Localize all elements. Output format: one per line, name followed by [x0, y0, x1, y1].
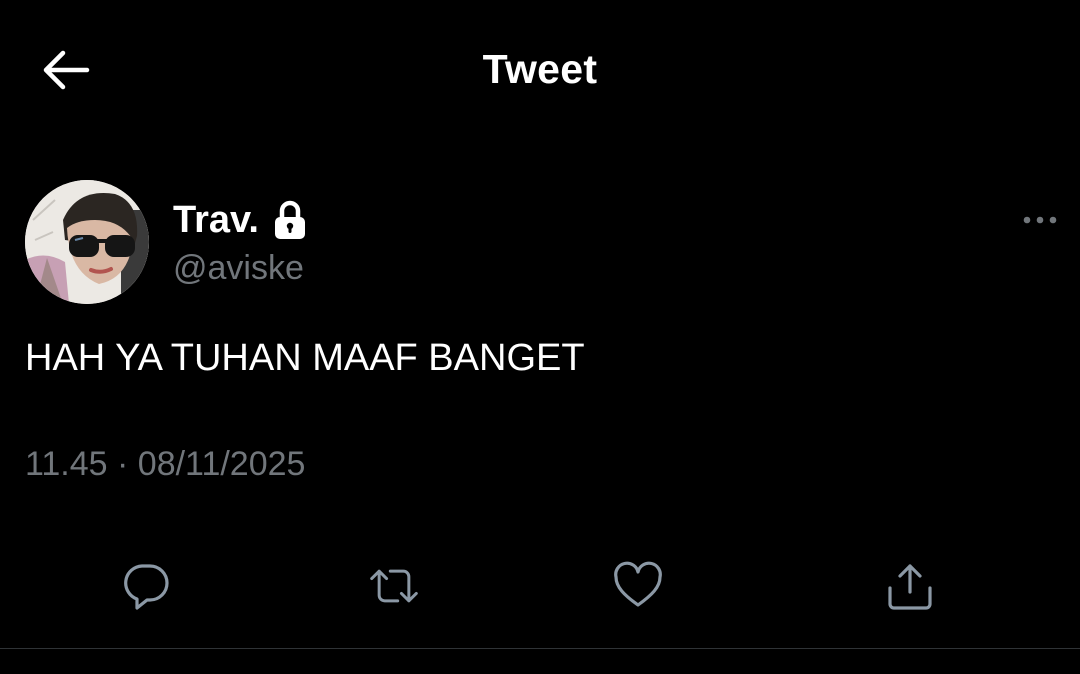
author-name-row: Trav.: [173, 196, 307, 244]
share-button[interactable]: [884, 560, 936, 612]
tweet-timestamp: 11.45 · 08/11/2025: [25, 445, 305, 484]
share-icon: [888, 564, 932, 610]
like-icon: [614, 561, 662, 607]
retweet-icon: [370, 569, 418, 603]
more-button[interactable]: [1016, 204, 1064, 236]
bottom-divider: [0, 648, 1080, 649]
more-horizontal-icon: [1023, 216, 1057, 224]
tweet-date[interactable]: 08/11/2025: [138, 445, 306, 483]
avatar-photo: [25, 180, 149, 304]
top-bar: Tweet: [0, 0, 1080, 140]
tweet-time[interactable]: 11.45: [25, 445, 108, 483]
reply-icon: [124, 564, 169, 610]
display-name[interactable]: Trav.: [173, 199, 259, 242]
user-handle[interactable]: @aviske: [173, 249, 304, 288]
page-title: Tweet: [482, 46, 598, 92]
meta-separator: ·: [117, 445, 129, 483]
avatar[interactable]: [25, 180, 149, 304]
lock-icon: [273, 198, 307, 242]
reply-button[interactable]: [120, 560, 172, 612]
like-button[interactable]: [612, 560, 664, 612]
retweet-button[interactable]: [368, 560, 420, 612]
tweet-text: HAH YA TUHAN MAAF BANGET: [25, 337, 585, 379]
